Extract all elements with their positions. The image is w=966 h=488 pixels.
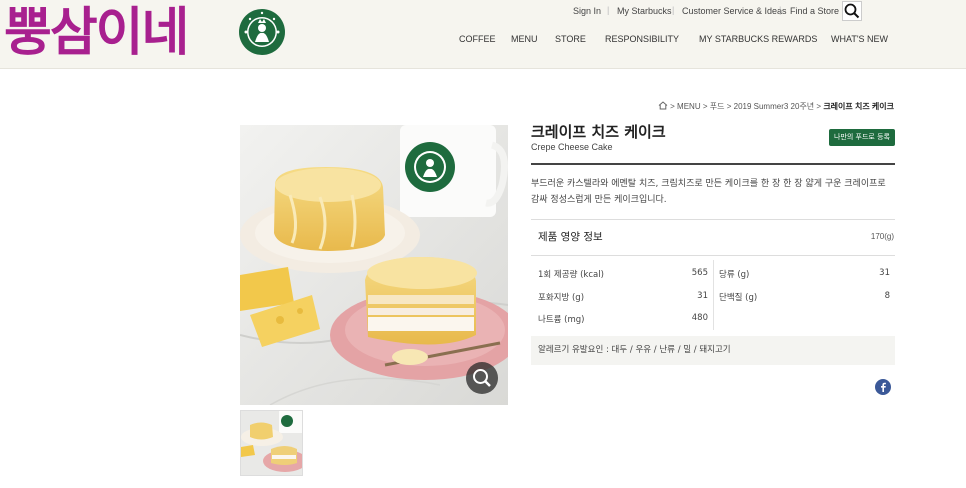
nutrition-header-divider [531,255,895,256]
starbucks-siren-logo[interactable] [238,8,286,56]
nav-whats-new[interactable]: WHAT'S NEW [831,34,888,44]
nav-separator: | [672,5,675,15]
breadcrumb-sep: > [670,102,678,111]
product-name-en: Crepe Cheese Cake [531,142,613,152]
nav-separator: | [779,5,782,15]
nutrition-column-divider [713,260,714,330]
nutrition-value-kcal: 565 [691,268,708,278]
home-icon[interactable] [658,101,668,110]
find-a-store-link[interactable]: Find a Store [790,6,839,16]
product-main-image[interactable] [240,125,508,405]
nutrition-value-sodium: 480 [691,313,708,323]
facebook-icon [881,382,886,392]
breadcrumb-sep: > [726,102,734,111]
nutrition-top-divider [531,219,895,220]
breadcrumb-menu[interactable]: MENU [677,102,701,111]
nutrition-value-sat-fat: 31 [697,291,708,301]
nav-rewards[interactable]: MY STARBUCKS REWARDS [699,34,817,44]
site-wordmark[interactable]: 뿡삼이네 [4,2,189,64]
search-icon [844,3,860,19]
nutrition-value-protein: 8 [884,291,890,301]
breadcrumb-food[interactable]: 푸드 [710,102,725,111]
my-starbucks-link[interactable]: My Starbucks [617,6,672,16]
breadcrumb-current: 크레이프 치즈 케이크 [823,102,894,111]
facebook-share-button[interactable] [875,379,891,395]
nav-separator: | [607,5,610,15]
nutrition-serving-size: 170(g) [870,232,894,241]
product-name-ko: 크레이프 치즈 케이크 [531,123,666,141]
nutrition-label-sugar: 당류 (g) [719,270,750,280]
search-button[interactable] [842,1,862,21]
breadcrumb-collection[interactable]: 2019 Summer3 20주년 [734,102,815,111]
allergy-info: 알레르기 유발요인 : 대두 / 우유 / 난류 / 밀 / 돼지고기 [531,336,895,365]
nutrition-label-kcal: 1회 제공량 (kcal) [538,270,604,280]
thumbnail-photo [241,411,302,475]
sign-in-link[interactable]: Sign In [573,6,601,16]
nutrition-label-sat-fat: 포화지방 (g) [538,293,585,303]
breadcrumb: > MENU > 푸드 > 2019 Summer3 20주년 > 크레이프 치… [658,101,894,112]
nutrition-label-protein: 단백질 (g) [719,293,758,303]
add-to-my-food-button[interactable]: 나만의 푸드로 등록 [829,129,895,146]
product-description: 부드러운 카스텔라와 에멘탈 치즈, 크림치즈로 만든 케이크를 한 장 한 장… [531,179,886,205]
nutrition-label-sodium: 나트륨 (mg) [538,315,585,325]
zoom-icon [473,369,491,387]
nav-menu[interactable]: MENU [511,34,538,44]
nav-store[interactable]: STORE [555,34,586,44]
nutrition-title: 제품 영양 정보 [538,231,603,243]
nav-responsibility[interactable]: RESPONSIBILITY [605,34,679,44]
nav-coffee[interactable]: COFFEE [459,34,496,44]
zoom-button[interactable] [466,362,498,394]
nutrition-value-sugar: 31 [879,268,890,278]
title-divider [531,163,895,165]
customer-service-link[interactable]: Customer Service & Ideas [682,6,787,16]
product-thumbnail[interactable] [240,410,303,476]
breadcrumb-sep: > [702,102,710,111]
site-header: 뿡삼이네 Sign In | My Starbucks | Customer S… [0,0,966,69]
